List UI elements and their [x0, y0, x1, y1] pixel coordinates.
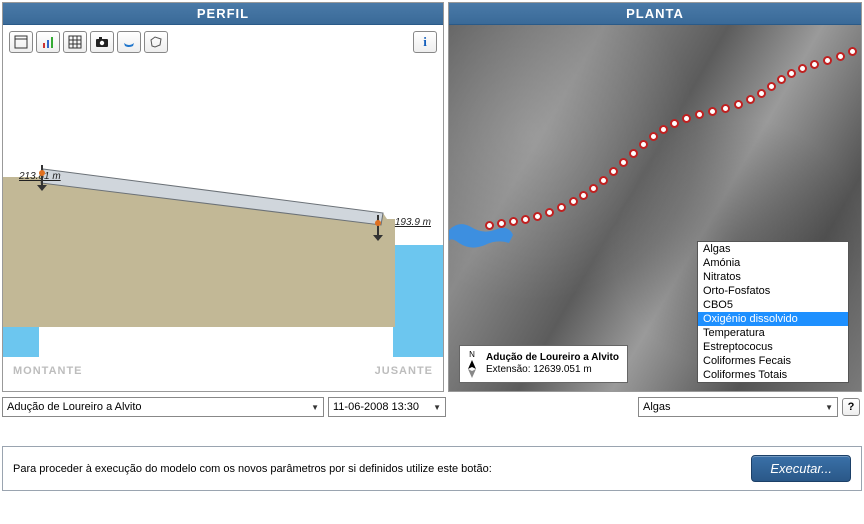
perfil-header: PERFIL: [3, 3, 443, 25]
parameter-option[interactable]: Algas: [698, 242, 848, 256]
parameter-option[interactable]: Temperatura: [698, 326, 848, 340]
parameter-option[interactable]: Amónia: [698, 256, 848, 270]
grid-icon[interactable]: [63, 31, 87, 53]
parameter-option[interactable]: Estreptococus: [698, 340, 848, 354]
pipeline-node[interactable]: [721, 104, 730, 113]
parameter-option[interactable]: Nitratos: [698, 270, 848, 284]
pipeline-node[interactable]: [497, 219, 506, 228]
chevron-down-icon: ▼: [433, 403, 441, 412]
pipeline-node[interactable]: [695, 110, 704, 119]
pipeline-node[interactable]: [569, 197, 578, 206]
pipeline-node[interactable]: [734, 100, 743, 109]
pipeline-node[interactable]: [823, 56, 832, 65]
help-button[interactable]: ?: [842, 398, 860, 416]
boat-icon[interactable]: [117, 31, 141, 53]
pipeline-node[interactable]: [533, 212, 542, 221]
pipeline-node[interactable]: [589, 184, 598, 193]
map-info-extent-value: 12639.051 m: [533, 364, 591, 375]
ground-profile: [3, 157, 443, 357]
pipeline-select-value: Adução de Loureiro a Alvito: [7, 401, 142, 413]
map-info-box: N Adução de Loureiro a Alvito Extensão: …: [459, 345, 628, 383]
pipeline-node[interactable]: [810, 60, 819, 69]
window-icon[interactable]: [9, 31, 33, 53]
execute-button[interactable]: Executar...: [751, 455, 851, 482]
camera-icon[interactable]: [90, 31, 114, 53]
parameter-option[interactable]: CBO5: [698, 298, 848, 312]
pipeline-node[interactable]: [659, 125, 668, 134]
chevron-down-icon: ▼: [311, 403, 319, 412]
map-info-extent-label: Extensão:: [486, 364, 530, 375]
profile-chart: 213.81 m 193.9 m MONTANTE JUSANTE: [3, 59, 443, 387]
pipeline-node[interactable]: [682, 114, 691, 123]
pipeline-node[interactable]: [767, 82, 776, 91]
pipeline-node[interactable]: [649, 132, 658, 141]
footer-text: Para proceder à execução do modelo com o…: [13, 463, 741, 475]
pipeline-node[interactable]: [609, 167, 618, 176]
parameter-option[interactable]: Coliformes Totais: [698, 368, 848, 382]
pipeline-select[interactable]: Adução de Loureiro a Alvito ▼: [2, 397, 324, 417]
parameter-select[interactable]: Algas ▼: [638, 397, 838, 417]
parameter-option[interactable]: Oxigénio dissolvido: [698, 312, 848, 326]
pipeline-node[interactable]: [757, 89, 766, 98]
pipeline-node[interactable]: [521, 215, 530, 224]
pipeline-node[interactable]: [777, 75, 786, 84]
parameter-listbox[interactable]: AlgasAmóniaNitratosOrto-FosfatosCBO5Oxig…: [697, 241, 849, 383]
pipeline-node[interactable]: [670, 119, 679, 128]
pipeline-node[interactable]: [836, 52, 845, 61]
pipeline-node[interactable]: [545, 208, 554, 217]
parameter-option[interactable]: Coliformes Fecais: [698, 354, 848, 368]
upstream-marker: [37, 165, 45, 191]
pipeline-node[interactable]: [619, 158, 628, 167]
pipeline-node[interactable]: [579, 191, 588, 200]
pipeline-node[interactable]: [557, 203, 566, 212]
pipeline-node[interactable]: [798, 64, 807, 73]
parameter-select-value: Algas: [643, 401, 671, 413]
footer-bar: Para proceder à execução do modelo com o…: [2, 446, 862, 491]
pipeline-node[interactable]: [708, 107, 717, 116]
pipeline-node[interactable]: [639, 140, 648, 149]
pipeline-node[interactable]: [848, 47, 857, 56]
pipeline-node[interactable]: [629, 149, 638, 158]
downstream-elev-label: 193.9 m: [395, 217, 431, 228]
profile-toolbar: i: [3, 25, 443, 59]
pipeline-node[interactable]: [509, 217, 518, 226]
datetime-select-value: 11-06-2008 13:30: [333, 401, 419, 413]
chevron-down-icon: ▼: [825, 403, 833, 412]
downstream-label: JUSANTE: [375, 365, 433, 377]
pipeline-node[interactable]: [787, 69, 796, 78]
datetime-select[interactable]: 11-06-2008 13:30 ▼: [328, 397, 446, 417]
info-icon[interactable]: i: [413, 31, 437, 53]
polygon-icon[interactable]: [144, 31, 168, 53]
pipeline-node[interactable]: [485, 221, 494, 230]
pipeline-node[interactable]: [599, 176, 608, 185]
downstream-marker: [373, 215, 381, 241]
compass-icon: N: [464, 350, 480, 378]
map-info-title: Adução de Loureiro a Alvito: [486, 352, 619, 363]
upstream-label: MONTANTE: [13, 365, 83, 377]
parameter-option[interactable]: Orto-Fosfatos: [698, 284, 848, 298]
planta-header: PLANTA: [449, 3, 861, 25]
pipeline-node[interactable]: [746, 95, 755, 104]
bar-chart-icon[interactable]: [36, 31, 60, 53]
map-canvas[interactable]: N Adução de Loureiro a Alvito Extensão: …: [449, 25, 861, 391]
